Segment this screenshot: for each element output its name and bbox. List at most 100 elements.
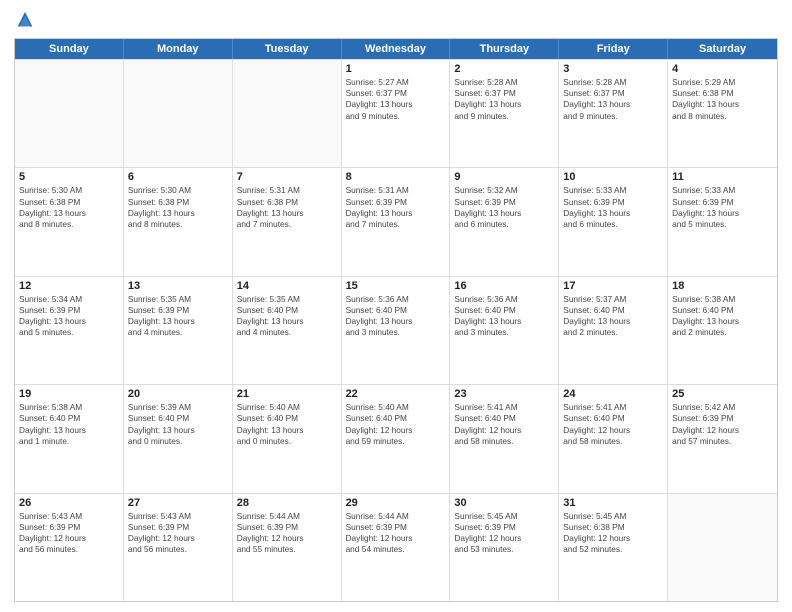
day-cell-14: 14Sunrise: 5:35 AMSunset: 6:40 PMDayligh… xyxy=(233,277,342,384)
cell-line: Daylight: 13 hours xyxy=(454,99,554,110)
day-number: 7 xyxy=(237,171,337,183)
day-number: 24 xyxy=(563,388,663,400)
header-cell-thursday: Thursday xyxy=(450,39,559,59)
day-cell-2: 2Sunrise: 5:28 AMSunset: 6:37 PMDaylight… xyxy=(450,60,559,167)
day-cell-3: 3Sunrise: 5:28 AMSunset: 6:37 PMDaylight… xyxy=(559,60,668,167)
cell-line: Sunrise: 5:40 AM xyxy=(346,402,446,413)
cell-line: and 9 minutes. xyxy=(454,111,554,122)
empty-cell xyxy=(124,60,233,167)
cell-line: and 6 minutes. xyxy=(454,219,554,230)
cell-line: Sunset: 6:38 PM xyxy=(128,197,228,208)
day-cell-15: 15Sunrise: 5:36 AMSunset: 6:40 PMDayligh… xyxy=(342,277,451,384)
cell-line: Sunrise: 5:40 AM xyxy=(237,402,337,413)
cell-line: and 5 minutes. xyxy=(672,219,773,230)
day-number: 5 xyxy=(19,171,119,183)
cell-line: and 56 minutes. xyxy=(19,544,119,555)
day-number: 23 xyxy=(454,388,554,400)
header-cell-wednesday: Wednesday xyxy=(342,39,451,59)
cell-line: and 54 minutes. xyxy=(346,544,446,555)
cell-line: Sunset: 6:40 PM xyxy=(128,413,228,424)
cell-line: Sunrise: 5:31 AM xyxy=(346,185,446,196)
cell-line: Daylight: 12 hours xyxy=(346,533,446,544)
day-cell-31: 31Sunrise: 5:45 AMSunset: 6:38 PMDayligh… xyxy=(559,494,668,601)
cell-line: and 56 minutes. xyxy=(128,544,228,555)
cell-line: Daylight: 13 hours xyxy=(672,316,773,327)
empty-cell xyxy=(668,494,777,601)
cell-line: Sunrise: 5:36 AM xyxy=(346,294,446,305)
day-number: 14 xyxy=(237,280,337,292)
cell-line: and 9 minutes. xyxy=(563,111,663,122)
cell-line: and 59 minutes. xyxy=(346,436,446,447)
day-cell-27: 27Sunrise: 5:43 AMSunset: 6:39 PMDayligh… xyxy=(124,494,233,601)
day-number: 25 xyxy=(672,388,773,400)
cell-line: Daylight: 13 hours xyxy=(563,99,663,110)
day-number: 21 xyxy=(237,388,337,400)
cell-line: Daylight: 13 hours xyxy=(237,425,337,436)
cell-line: and 2 minutes. xyxy=(672,327,773,338)
cell-line: Daylight: 13 hours xyxy=(128,316,228,327)
calendar-row-2: 5Sunrise: 5:30 AMSunset: 6:38 PMDaylight… xyxy=(15,167,777,275)
day-cell-8: 8Sunrise: 5:31 AMSunset: 6:39 PMDaylight… xyxy=(342,168,451,275)
cell-line: Sunset: 6:40 PM xyxy=(19,413,119,424)
cell-line: and 55 minutes. xyxy=(237,544,337,555)
day-cell-19: 19Sunrise: 5:38 AMSunset: 6:40 PMDayligh… xyxy=(15,385,124,492)
day-number: 2 xyxy=(454,63,554,75)
day-cell-17: 17Sunrise: 5:37 AMSunset: 6:40 PMDayligh… xyxy=(559,277,668,384)
cell-line: Sunset: 6:40 PM xyxy=(237,305,337,316)
cell-line: and 8 minutes. xyxy=(19,219,119,230)
day-number: 30 xyxy=(454,497,554,509)
cell-line: and 8 minutes. xyxy=(672,111,773,122)
day-cell-5: 5Sunrise: 5:30 AMSunset: 6:38 PMDaylight… xyxy=(15,168,124,275)
cell-line: Daylight: 13 hours xyxy=(454,316,554,327)
cell-line: Sunset: 6:40 PM xyxy=(563,305,663,316)
cell-line: and 6 minutes. xyxy=(563,219,663,230)
cell-line: Sunrise: 5:36 AM xyxy=(454,294,554,305)
cell-line: Sunrise: 5:39 AM xyxy=(128,402,228,413)
cell-line: Sunrise: 5:32 AM xyxy=(454,185,554,196)
day-cell-11: 11Sunrise: 5:33 AMSunset: 6:39 PMDayligh… xyxy=(668,168,777,275)
calendar: SundayMondayTuesdayWednesdayThursdayFrid… xyxy=(14,38,778,602)
day-number: 16 xyxy=(454,280,554,292)
cell-line: Sunrise: 5:38 AM xyxy=(19,402,119,413)
calendar-row-5: 26Sunrise: 5:43 AMSunset: 6:39 PMDayligh… xyxy=(15,493,777,601)
cell-line: Sunrise: 5:41 AM xyxy=(454,402,554,413)
day-number: 13 xyxy=(128,280,228,292)
day-cell-6: 6Sunrise: 5:30 AMSunset: 6:38 PMDaylight… xyxy=(124,168,233,275)
cell-line: Sunrise: 5:44 AM xyxy=(237,511,337,522)
day-number: 9 xyxy=(454,171,554,183)
empty-cell xyxy=(233,60,342,167)
cell-line: Sunset: 6:38 PM xyxy=(19,197,119,208)
cell-line: Sunrise: 5:30 AM xyxy=(19,185,119,196)
day-cell-30: 30Sunrise: 5:45 AMSunset: 6:39 PMDayligh… xyxy=(450,494,559,601)
day-cell-1: 1Sunrise: 5:27 AMSunset: 6:37 PMDaylight… xyxy=(342,60,451,167)
cell-line: Daylight: 13 hours xyxy=(237,316,337,327)
day-cell-23: 23Sunrise: 5:41 AMSunset: 6:40 PMDayligh… xyxy=(450,385,559,492)
cell-line: Sunset: 6:39 PM xyxy=(237,522,337,533)
cell-line: Daylight: 12 hours xyxy=(454,533,554,544)
cell-line: Sunrise: 5:43 AM xyxy=(128,511,228,522)
calendar-body: 1Sunrise: 5:27 AMSunset: 6:37 PMDaylight… xyxy=(15,59,777,601)
cell-line: and 4 minutes. xyxy=(128,327,228,338)
cell-line: Sunset: 6:39 PM xyxy=(454,522,554,533)
cell-line: and 57 minutes. xyxy=(672,436,773,447)
cell-line: Sunset: 6:40 PM xyxy=(672,305,773,316)
cell-line: Sunset: 6:39 PM xyxy=(346,197,446,208)
page-header xyxy=(14,10,778,32)
cell-line: Daylight: 13 hours xyxy=(563,208,663,219)
header-cell-saturday: Saturday xyxy=(668,39,777,59)
cell-line: Sunrise: 5:35 AM xyxy=(128,294,228,305)
day-number: 10 xyxy=(563,171,663,183)
cell-line: Daylight: 13 hours xyxy=(128,425,228,436)
day-cell-13: 13Sunrise: 5:35 AMSunset: 6:39 PMDayligh… xyxy=(124,277,233,384)
header-cell-friday: Friday xyxy=(559,39,668,59)
logo-icon xyxy=(14,10,36,32)
day-cell-18: 18Sunrise: 5:38 AMSunset: 6:40 PMDayligh… xyxy=(668,277,777,384)
day-number: 3 xyxy=(563,63,663,75)
cell-line: and 7 minutes. xyxy=(346,219,446,230)
day-cell-16: 16Sunrise: 5:36 AMSunset: 6:40 PMDayligh… xyxy=(450,277,559,384)
day-cell-29: 29Sunrise: 5:44 AMSunset: 6:39 PMDayligh… xyxy=(342,494,451,601)
day-number: 28 xyxy=(237,497,337,509)
cell-line: Sunset: 6:39 PM xyxy=(346,522,446,533)
calendar-row-4: 19Sunrise: 5:38 AMSunset: 6:40 PMDayligh… xyxy=(15,384,777,492)
day-cell-4: 4Sunrise: 5:29 AMSunset: 6:38 PMDaylight… xyxy=(668,60,777,167)
